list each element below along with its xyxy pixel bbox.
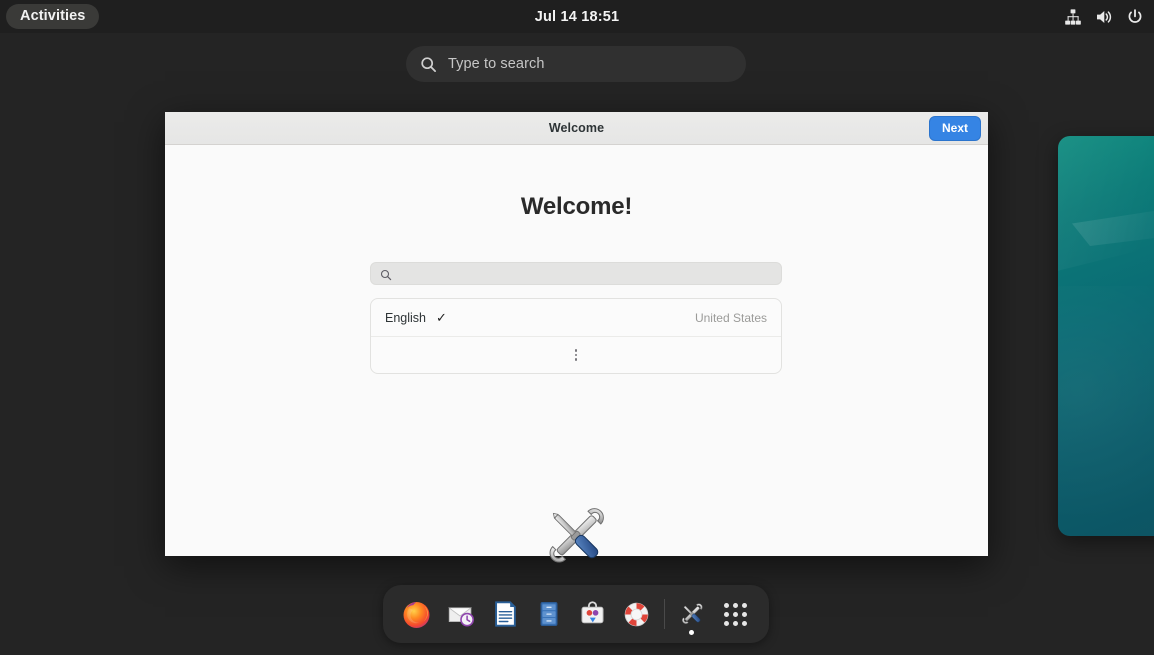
language-region: United States [694, 310, 767, 325]
overview-search-placeholder: Type to search [448, 56, 545, 72]
clock-menu[interactable]: Jul 14 18:51 [477, 9, 677, 25]
language-list: English ✓ United States [370, 298, 782, 374]
power-icon[interactable] [1126, 8, 1144, 26]
page-title: Welcome! [520, 193, 633, 220]
file-cabinet-icon [535, 600, 563, 628]
tools-icon [540, 500, 612, 576]
top-bar: Activities Jul 14 18:51 [0, 0, 1154, 33]
activities-button[interactable]: Activities [6, 4, 100, 29]
window-title: Welcome [548, 121, 605, 135]
tools-icon [678, 600, 706, 628]
vertical-ellipsis-icon [574, 349, 578, 361]
status-area [1064, 0, 1144, 33]
more-languages-button[interactable] [371, 337, 781, 373]
dock-item-firefox[interactable] [395, 592, 439, 636]
search-icon [380, 268, 392, 280]
welcome-window: Welcome Next Welcome! English ✓ United S… [165, 112, 988, 556]
window-content: Welcome! English ✓ United States [165, 145, 988, 555]
overview-search-entry[interactable]: Type to search [406, 46, 746, 82]
teal-sheen-3 [1058, 286, 1154, 536]
language-search-input[interactable] [370, 262, 782, 285]
dock-separator [663, 599, 665, 629]
next-button[interactable]: Next [928, 116, 981, 141]
dock-item-writer[interactable] [483, 592, 527, 636]
language-name: English [385, 310, 426, 325]
firefox-icon [401, 599, 432, 630]
list-item[interactable]: English ✓ United States [371, 299, 781, 337]
dock-item-help[interactable] [615, 592, 659, 636]
volume-icon[interactable] [1095, 8, 1113, 26]
teal-sheen-1 [1058, 136, 1154, 281]
dock-item-welcome[interactable] [670, 592, 714, 636]
dock-item-software[interactable] [571, 592, 615, 636]
check-icon: ✓ [436, 309, 447, 325]
dock-item-files[interactable] [527, 592, 571, 636]
software-bag-icon [578, 600, 607, 629]
running-indicator [689, 630, 694, 635]
app-grid-icon [724, 602, 747, 626]
wired-network-icon[interactable] [1064, 8, 1082, 26]
mail-clock-icon [446, 599, 476, 629]
window-headerbar: Welcome Next [165, 112, 988, 145]
dock-item-mail[interactable] [439, 592, 483, 636]
show-applications-button[interactable] [714, 592, 758, 636]
lifebuoy-icon [622, 600, 651, 629]
background-window-thumbnail[interactable] [1058, 136, 1154, 536]
document-icon [490, 599, 520, 629]
dock [383, 585, 769, 643]
desktop: Activities Jul 14 18:51 Type to search W… [0, 0, 1154, 655]
search-icon [420, 56, 437, 73]
